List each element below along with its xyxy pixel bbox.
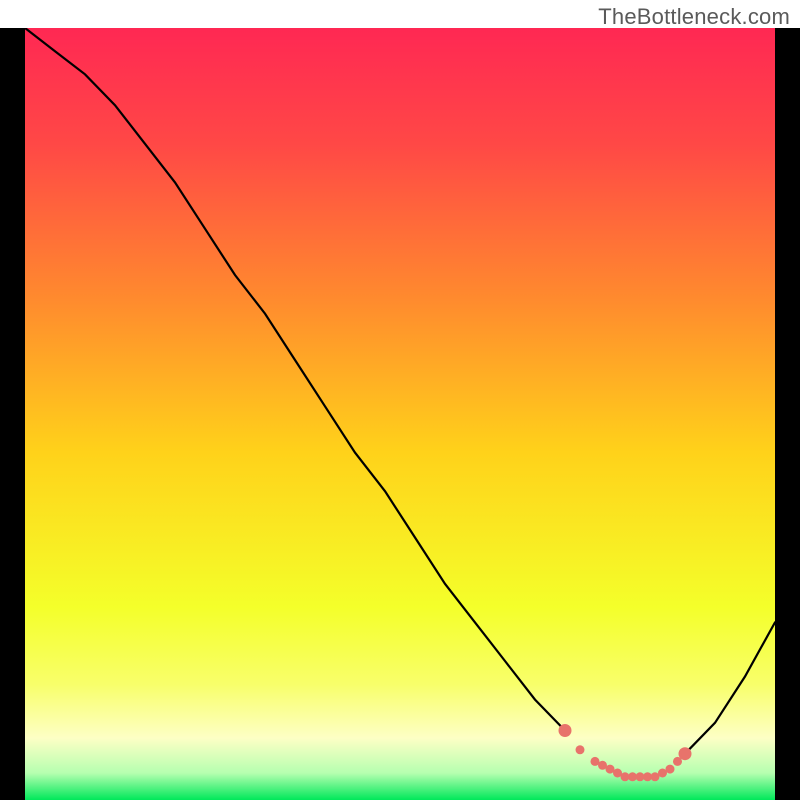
chart-frame: TheBottleneck.com <box>0 0 800 800</box>
chart-svg <box>0 28 800 800</box>
watermark-text: TheBottleneck.com <box>598 4 790 30</box>
gap-dot <box>576 745 585 754</box>
gap-dot <box>679 747 692 760</box>
plot-area <box>0 28 800 800</box>
gap-dot <box>666 765 675 774</box>
gap-dot <box>559 724 572 737</box>
gradient-background <box>25 28 775 800</box>
